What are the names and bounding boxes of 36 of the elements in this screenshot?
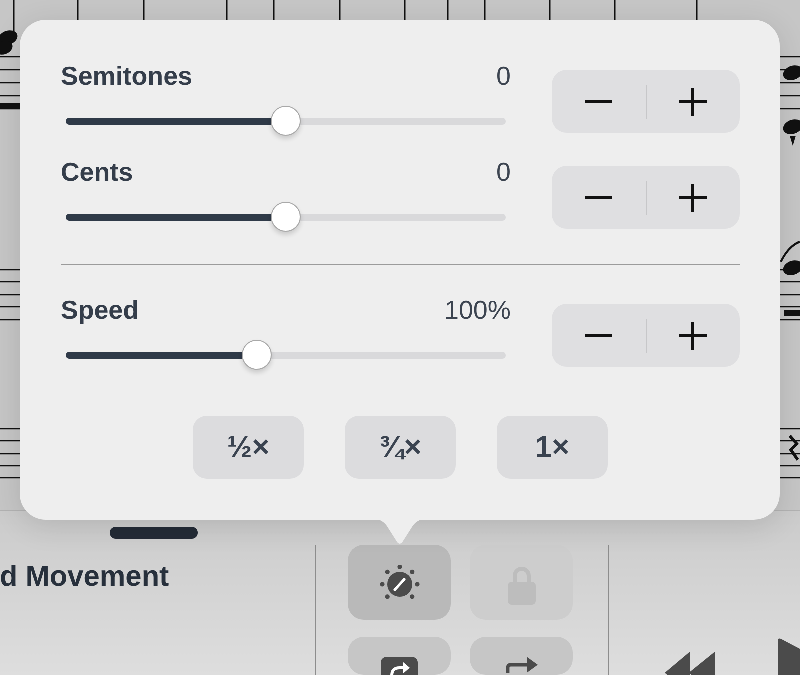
dial-button[interactable] — [348, 545, 451, 620]
plus-icon — [679, 322, 708, 350]
slider-label: Cents — [61, 157, 134, 187]
speed-preset-button[interactable]: ¾× — [345, 416, 456, 479]
slider-track[interactable] — [66, 202, 506, 232]
slider-thumb[interactable] — [242, 340, 272, 370]
slider-thumb[interactable] — [271, 106, 301, 136]
speed-preset-button[interactable]: ½× — [193, 416, 304, 479]
play-icon[interactable] — [778, 638, 800, 675]
minus-icon — [585, 100, 612, 103]
drag-handle[interactable] — [110, 527, 198, 539]
minus-icon — [585, 334, 612, 337]
plus-icon — [679, 88, 708, 116]
loop-button[interactable] — [348, 637, 451, 675]
slider-value: 0 — [496, 157, 511, 187]
staccato-note — [783, 120, 800, 146]
slider-thumb[interactable] — [271, 202, 301, 232]
minus-icon — [585, 196, 612, 199]
slider-track[interactable] — [66, 340, 506, 370]
slider-label: Speed — [61, 295, 140, 325]
slur-curve — [780, 241, 800, 262]
slider-track[interactable] — [66, 106, 506, 136]
stepper[interactable] — [552, 304, 740, 367]
slider-label: Semitones — [61, 61, 192, 91]
rewind-icon[interactable] — [664, 650, 716, 675]
slider-value: 100% — [444, 295, 511, 325]
stepper[interactable] — [552, 166, 740, 229]
stepper[interactable] — [552, 70, 740, 133]
document-title: d Movement — [0, 560, 170, 594]
redo-button[interactable] — [470, 637, 573, 675]
slider-value: 0 — [496, 61, 511, 91]
speed-preset-button[interactable]: 1× — [497, 416, 608, 479]
dial-icon — [378, 565, 420, 602]
note-beam — [784, 310, 800, 316]
turn-arrow-icon — [504, 657, 538, 673]
plus-icon — [679, 184, 708, 212]
